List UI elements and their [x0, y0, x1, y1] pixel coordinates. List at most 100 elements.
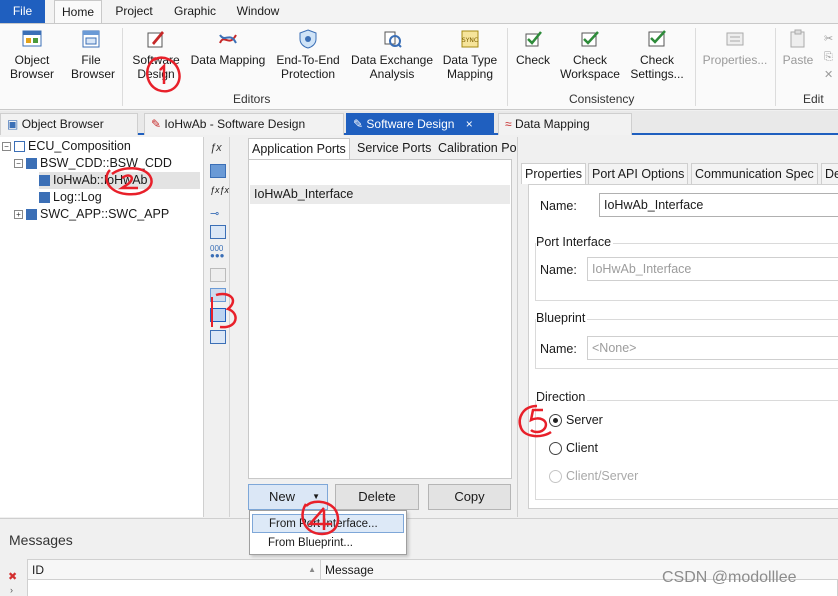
ports-panel: Application Ports Service Ports Calibrat…	[231, 137, 530, 517]
document-tab-bar: ▣ Object Browser ✎ IoHwAb - Software Des…	[0, 111, 838, 135]
data-exchange-icon	[384, 31, 402, 48]
tree-node-ecu-composition[interactable]: − ECU_Composition	[2, 138, 131, 155]
disabled-view-icon[interactable]	[210, 268, 226, 282]
radio-selected-icon	[549, 414, 562, 428]
values-icon[interactable]: 000 ●●●	[210, 245, 226, 260]
menu-item-from-blueprint[interactable]: From Blueprint...	[252, 534, 404, 553]
check-workspace-button[interactable]: Check Workspace	[559, 26, 621, 81]
collapse-icon[interactable]: −	[2, 142, 11, 152]
tab-properties[interactable]: Properties	[521, 163, 586, 184]
mapping-view-icon[interactable]	[210, 330, 226, 344]
paste-icon	[790, 29, 805, 48]
close-icon[interactable]: ×	[466, 117, 473, 131]
list-item[interactable]: IoHwAb_Interface	[250, 185, 510, 204]
tree-node-iohwab[interactable]: IoHwAb::IoHwAb	[39, 172, 200, 189]
doc-tab-software-design[interactable]: ✎ Software Design ×	[346, 113, 494, 135]
data-type-mapping-button[interactable]: SYNC Data Type Mapping	[439, 26, 501, 81]
check-settings-button[interactable]: Check Settings...	[625, 26, 689, 81]
properties-panel: Properties Port API Options Communicatio…	[517, 137, 838, 517]
new-button[interactable]: New ▼	[248, 484, 328, 510]
component-icon	[26, 158, 37, 170]
clear-icon[interactable]: ✖	[8, 570, 17, 583]
data-exchange-label: Data Exchange Analysis	[350, 53, 434, 81]
paste-button[interactable]: Paste	[779, 26, 817, 67]
check-button[interactable]: Check	[511, 26, 555, 67]
tab-more[interactable]: De	[821, 163, 838, 184]
tab-home[interactable]: Home	[54, 0, 102, 24]
sort-ascending-icon: ▲	[308, 565, 316, 574]
name-field[interactable]: IoHwAb_Interface	[599, 193, 838, 217]
runnable-icon[interactable]	[210, 225, 226, 239]
tree-node-label: IoHwAb::IoHwAb	[53, 173, 148, 187]
dropdown-arrow-icon[interactable]: ▼	[312, 485, 320, 509]
file-browser-button[interactable]: File Browser	[64, 26, 118, 81]
group-label-edit: Edit	[803, 92, 824, 106]
copy-icon[interactable]: ⎘	[824, 51, 833, 63]
check-settings-icon	[648, 30, 666, 47]
collapse-icon[interactable]: −	[14, 159, 23, 169]
check-label: Check	[515, 53, 550, 67]
tree-node-log[interactable]: Log::Log	[39, 189, 102, 206]
tab-file[interactable]: File	[0, 0, 45, 23]
ribbon-separator	[695, 28, 696, 106]
software-design-icon	[147, 31, 164, 48]
tree-node-swc-app[interactable]: + SWC_APP::SWC_APP	[14, 206, 169, 223]
radio-label: Client	[566, 441, 598, 455]
view-toolbar: ƒx ƒxƒx ⊸ 000 ●●●	[205, 137, 230, 517]
data-mapping-button[interactable]: Data Mapping	[189, 26, 267, 67]
object-browser-button[interactable]: Object Browser	[3, 26, 61, 81]
new-button-label: New	[269, 489, 296, 504]
tree-node-bsw-cdd[interactable]: − BSW_CDD::BSW_CDD	[14, 155, 172, 172]
doc-tab-iohwab-software-design[interactable]: ✎ IoHwAb - Software Design	[144, 113, 344, 135]
direction-client-server-radio: Client/Server	[549, 469, 638, 484]
doc-tab-label: Object Browser	[21, 117, 104, 131]
check-settings-label: Check Settings...	[630, 53, 684, 81]
doc-tab-object-browser[interactable]: ▣ Object Browser	[0, 113, 138, 135]
tab-window[interactable]: Window	[230, 0, 286, 23]
paste-label: Paste	[782, 53, 814, 67]
column-header-id[interactable]: ID ▲	[28, 560, 321, 580]
software-design-tab-icon: ✎	[353, 117, 364, 131]
delete-button[interactable]: Delete	[335, 484, 419, 510]
expand-icon[interactable]: +	[14, 210, 23, 220]
menu-item-from-port-interface[interactable]: From Port Interface...	[252, 514, 404, 533]
tab-application-ports[interactable]: Application Ports	[248, 138, 350, 159]
delete-icon[interactable]: ✕	[824, 69, 833, 81]
edit-small-icons: ✂ ⎘ ✕	[824, 30, 836, 84]
port-icon[interactable]: ⊸	[210, 207, 226, 221]
port-list[interactable]: IoHwAb_Interface	[248, 159, 512, 479]
function-icon[interactable]: ƒx	[210, 142, 226, 156]
end-to-end-label: End-To-End Protection	[276, 53, 340, 81]
copy-button[interactable]: Copy	[428, 484, 511, 510]
software-design-label: Software Design	[132, 53, 180, 81]
radio-icon	[549, 470, 562, 484]
doc-tab-data-mapping[interactable]: ≈ Data Mapping	[498, 113, 632, 135]
direction-client-radio[interactable]: Client	[549, 441, 598, 456]
tab-project[interactable]: Project	[110, 0, 158, 23]
properties-label: Properties...	[702, 53, 768, 67]
data-mapping-icon	[219, 34, 237, 44]
messages-title: Messages	[9, 532, 73, 548]
tab-service-ports[interactable]: Service Ports	[354, 138, 434, 159]
properties-button[interactable]: Properties...	[700, 26, 770, 67]
chevron-right-icon[interactable]: ›	[10, 585, 13, 595]
doc-tab-label: Software Design	[366, 117, 455, 131]
tab-port-api-options[interactable]: Port API Options	[588, 163, 689, 184]
end-to-end-protection-button[interactable]: End-To-End Protection	[271, 26, 345, 81]
blueprint-name-label: Name:	[540, 342, 577, 356]
ribbon-separator	[122, 28, 123, 106]
tab-graphic[interactable]: Graphic	[168, 0, 222, 23]
check-workspace-label: Check Workspace	[560, 53, 620, 81]
interface-icon[interactable]	[210, 288, 226, 302]
ports-view-icon[interactable]	[210, 308, 226, 322]
object-browser-tab-icon: ▣	[7, 117, 19, 131]
tab-communication-spec[interactable]: Communication Spec	[691, 163, 818, 184]
port-interface-name-label: Name:	[540, 263, 577, 277]
function-list-icon[interactable]: ƒxƒx	[210, 185, 229, 199]
software-design-button[interactable]: Software Design	[126, 26, 186, 81]
direction-server-radio[interactable]: Server	[549, 413, 603, 428]
cut-icon[interactable]: ✂	[824, 33, 833, 45]
name-label: Name:	[540, 199, 577, 213]
data-icon[interactable]	[210, 164, 226, 178]
data-exchange-analysis-button[interactable]: Data Exchange Analysis	[349, 26, 435, 81]
